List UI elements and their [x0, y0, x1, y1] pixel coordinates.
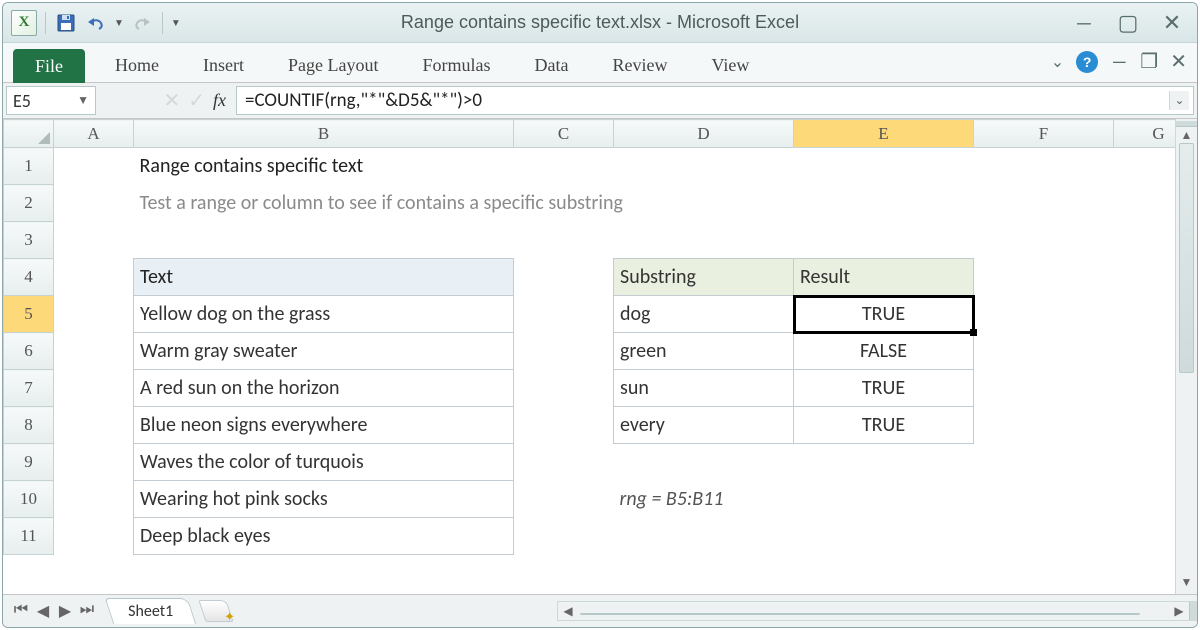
cell-res-2[interactable]: FALSE [794, 333, 974, 370]
scroll-right-icon[interactable]: ▶ [1169, 604, 1189, 619]
minimize-icon[interactable]: ― [1073, 9, 1095, 36]
row-header-8[interactable]: 8 [4, 407, 54, 444]
cell-text-header[interactable]: Text [134, 259, 514, 296]
row-header-4[interactable]: 4 [4, 259, 54, 296]
ribbon-minimize-icon[interactable]: ⌄ [1051, 52, 1064, 72]
worksheet-area: A B C D E F G 1 Range contains specific … [3, 119, 1197, 594]
redo-icon[interactable] [130, 11, 154, 35]
sheet-tab-sheet1[interactable]: Sheet1 [105, 598, 197, 624]
ribbon: File Home Insert Page Layout Formulas Da… [3, 43, 1197, 83]
formula-bar: E5 ▼ ✕ ✓ fx =COUNTIF(rng,"*"&D5&"*")>0 ⌄ [3, 83, 1197, 119]
tab-nav-first-icon[interactable]: ⏮ [11, 601, 31, 621]
row-header-3[interactable]: 3 [4, 222, 54, 259]
cell-text-1[interactable]: Yellow dog on the grass [134, 296, 514, 333]
cell-text-4[interactable]: Blue neon signs everywhere [134, 407, 514, 444]
scroll-up-icon[interactable]: ▲ [1176, 125, 1197, 145]
row-header-10[interactable]: 10 [4, 481, 54, 518]
hscroll-thumb[interactable] [580, 613, 1140, 615]
name-box[interactable]: E5 ▼ [6, 86, 96, 115]
sheet-tab-label: Sheet1 [128, 602, 173, 621]
cell-sub-4[interactable]: every [614, 407, 794, 444]
tab-view[interactable]: View [689, 48, 771, 82]
excel-window: X ▼ ▼ Range contains specific text.xlsx … [2, 2, 1198, 628]
tab-nav-next-icon[interactable]: ▶ [55, 601, 75, 621]
tab-nav-last-icon[interactable]: ⏭ [77, 601, 97, 621]
doc-restore-icon[interactable]: ❐ [1140, 49, 1158, 74]
undo-dropdown-icon[interactable]: ▼ [114, 16, 124, 29]
hsplit-handle[interactable] [1189, 602, 1197, 620]
cell-res-1[interactable]: TRUE [794, 296, 974, 333]
formula-input[interactable]: =COUNTIF(rng,"*"&D5&"*")>0 ⌄ [236, 86, 1194, 115]
col-header-e[interactable]: E [794, 120, 974, 148]
maximize-icon[interactable]: ▢ [1117, 9, 1139, 36]
worksheet-grid[interactable]: A B C D E F G 1 Range contains specific … [3, 119, 1175, 594]
cell-text-5[interactable]: Waves the color of turquois [134, 444, 514, 481]
tab-nav-prev-icon[interactable]: ◀ [33, 601, 53, 621]
tab-formulas[interactable]: Formulas [400, 48, 512, 82]
col-header-d[interactable]: D [614, 120, 794, 148]
fx-icon[interactable]: fx [213, 90, 226, 111]
vscroll-thumb[interactable] [1179, 143, 1194, 373]
row-header-6[interactable]: 6 [4, 333, 54, 370]
cell-subtitle[interactable]: Test a range or column to see if contain… [134, 185, 1176, 222]
cell-sub-3[interactable]: sun [614, 370, 794, 407]
file-tab[interactable]: File [13, 49, 85, 83]
new-sheet-icon[interactable]: ✦ [198, 600, 233, 622]
cell-text-7[interactable]: Deep black eyes [134, 518, 514, 555]
vsplit-handle[interactable] [1176, 121, 1197, 127]
undo-icon[interactable] [84, 11, 108, 35]
select-all-corner[interactable] [4, 120, 54, 148]
window-title: Range contains specific text.xlsx - Micr… [3, 12, 1197, 33]
row-header-5[interactable]: 5 [4, 296, 54, 333]
enter-formula-icon: ✓ [188, 88, 205, 113]
titlebar: X ▼ ▼ Range contains specific text.xlsx … [3, 3, 1197, 43]
row-header-2[interactable]: 2 [4, 185, 54, 222]
formula-text: =COUNTIF(rng,"*"&D5&"*")>0 [245, 89, 482, 112]
cell-text-2[interactable]: Warm gray sweater [134, 333, 514, 370]
excel-app-icon[interactable]: X [11, 10, 37, 36]
col-header-b[interactable]: B [134, 120, 514, 148]
tab-data[interactable]: Data [513, 48, 591, 82]
formula-expand-icon[interactable]: ⌄ [1169, 91, 1189, 110]
scroll-left-icon[interactable]: ◀ [558, 604, 578, 619]
row-header-11[interactable]: 11 [4, 518, 54, 555]
tab-home[interactable]: Home [93, 48, 181, 82]
col-header-f[interactable]: F [974, 120, 1114, 148]
cell-title[interactable]: Range contains specific text [134, 148, 1176, 185]
qat-customize-icon[interactable]: ▼ [171, 16, 181, 29]
sheet-tab-strip: ⏮ ◀ ▶ ⏭ Sheet1 ✦ ◀ ▶ [3, 594, 1197, 627]
row-header-1[interactable]: 1 [4, 148, 54, 185]
doc-close-icon[interactable]: ✕ [1170, 49, 1187, 74]
cell-result-header[interactable]: Result [794, 259, 974, 296]
col-header-g[interactable]: G [1114, 120, 1176, 148]
col-header-c[interactable]: C [514, 120, 614, 148]
vertical-scrollbar[interactable]: ▲ ▼ [1175, 119, 1197, 594]
cell-res-3[interactable]: TRUE [794, 370, 974, 407]
tab-page-layout[interactable]: Page Layout [266, 48, 400, 82]
name-box-dropdown-icon[interactable]: ▼ [77, 93, 89, 108]
cell-text-6[interactable]: Wearing hot pink socks [134, 481, 514, 518]
cell-note[interactable]: rng = B5:B11 [614, 481, 974, 518]
cell-sub-2[interactable]: green [614, 333, 794, 370]
col-header-a[interactable]: A [54, 120, 134, 148]
scroll-down-icon[interactable]: ▼ [1176, 572, 1197, 592]
horizontal-scrollbar[interactable]: ◀ ▶ [557, 601, 1197, 621]
close-icon[interactable]: ✕ [1161, 9, 1183, 36]
cancel-formula-icon: ✕ [163, 88, 180, 113]
quick-access-toolbar: X ▼ ▼ [11, 10, 181, 36]
help-icon[interactable]: ? [1076, 51, 1098, 73]
cell-text-3[interactable]: A red sun on the horizon [134, 370, 514, 407]
cell-sub-1[interactable]: dog [614, 296, 794, 333]
name-box-value: E5 [13, 90, 31, 112]
row-header-7[interactable]: 7 [4, 370, 54, 407]
doc-minimize-icon[interactable]: ― [1110, 50, 1128, 74]
row-header-9[interactable]: 9 [4, 444, 54, 481]
tab-insert[interactable]: Insert [181, 48, 266, 82]
save-icon[interactable] [54, 11, 78, 35]
cell-res-4[interactable]: TRUE [794, 407, 974, 444]
tab-review[interactable]: Review [590, 48, 689, 82]
cell-substring-header[interactable]: Substring [614, 259, 794, 296]
